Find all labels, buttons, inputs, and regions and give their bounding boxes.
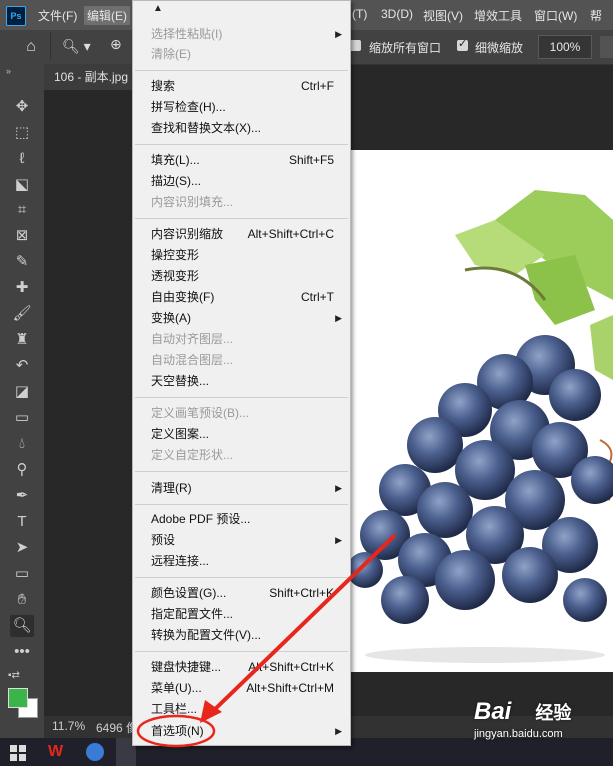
- annotation-overlay: [136, 533, 397, 748]
- baidu-watermark: Bai 经验 jingyan.baidu.com: [474, 698, 572, 740]
- annotation-arrow: [208, 533, 397, 716]
